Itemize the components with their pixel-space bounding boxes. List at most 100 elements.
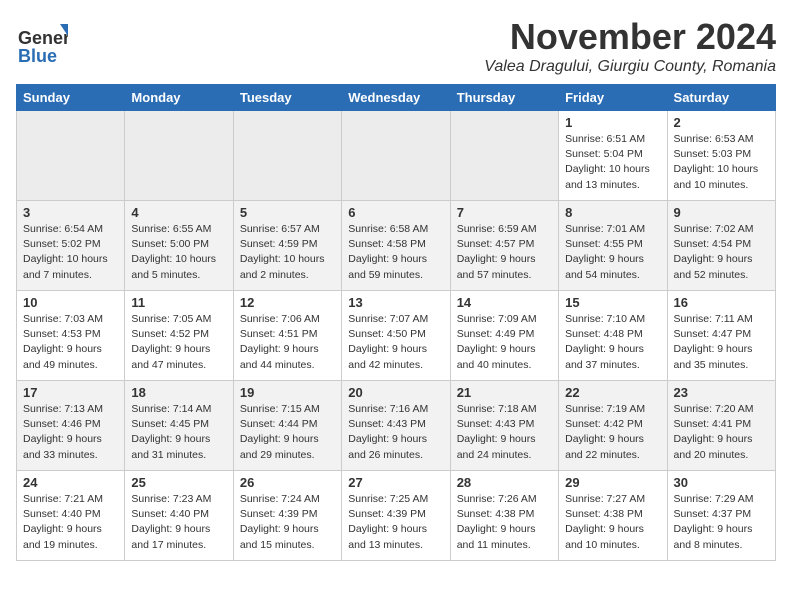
calendar-cell: 4 Sunrise: 6:55 AM Sunset: 5:00 PM Daylig… <box>125 201 233 291</box>
calendar-cell <box>125 111 233 201</box>
day-info: Sunrise: 7:02 AM Sunset: 4:54 PM Dayligh… <box>674 222 769 283</box>
day-info: Sunrise: 7:15 AM Sunset: 4:44 PM Dayligh… <box>240 402 335 463</box>
day-number: 2 <box>674 115 769 130</box>
calendar-cell: 28Sunrise: 7:26 AM Sunset: 4:38 PM Dayli… <box>450 471 558 561</box>
day-number: 3 <box>23 205 118 220</box>
calendar-cell: 7 Sunrise: 6:59 AM Sunset: 4:57 PM Daylig… <box>450 201 558 291</box>
weekday-header: Tuesday <box>233 85 341 111</box>
day-number: 27 <box>348 475 443 490</box>
weekday-header-row: SundayMondayTuesdayWednesdayThursdayFrid… <box>17 85 776 111</box>
day-number: 10 <box>23 295 118 310</box>
day-info: Sunrise: 7:06 AM Sunset: 4:51 PM Dayligh… <box>240 312 335 373</box>
month-title: November 2024 <box>484 16 776 58</box>
calendar-cell: 29 Sunrise: 7:27 AM Sunset: 4:38 PM Dayli… <box>559 471 667 561</box>
weekday-header: Saturday <box>667 85 775 111</box>
day-info: Sunrise: 7:29 AM Sunset: 4:37 PM Dayligh… <box>674 492 769 553</box>
day-info: Sunrise: 7:07 AM Sunset: 4:50 PM Dayligh… <box>348 312 443 373</box>
calendar-cell: 14Sunrise: 7:09 AM Sunset: 4:49 PM Dayli… <box>450 291 558 381</box>
day-info: Sunrise: 6:53 AM Sunset: 5:03 PM Dayligh… <box>674 132 769 193</box>
calendar-cell: 11 Sunrise: 7:05 AM Sunset: 4:52 PM Dayli… <box>125 291 233 381</box>
calendar-cell: 24Sunrise: 7:21 AM Sunset: 4:40 PM Dayli… <box>17 471 125 561</box>
day-info: Sunrise: 6:54 AM Sunset: 5:02 PM Dayligh… <box>23 222 118 283</box>
weekday-header: Monday <box>125 85 233 111</box>
day-number: 15 <box>565 295 660 310</box>
calendar-cell <box>17 111 125 201</box>
calendar-cell: 30 Sunrise: 7:29 AM Sunset: 4:37 PM Dayli… <box>667 471 775 561</box>
calendar-cell: 1 Sunrise: 6:51 AM Sunset: 5:04 PM Daylig… <box>559 111 667 201</box>
calendar-cell: 8Sunrise: 7:01 AM Sunset: 4:55 PM Daylig… <box>559 201 667 291</box>
day-number: 1 <box>565 115 660 130</box>
day-info: Sunrise: 7:24 AM Sunset: 4:39 PM Dayligh… <box>240 492 335 553</box>
logo-icon: General Blue <box>16 16 68 68</box>
day-info: Sunrise: 7:19 AM Sunset: 4:42 PM Dayligh… <box>565 402 660 463</box>
calendar-cell: 27 Sunrise: 7:25 AM Sunset: 4:39 PM Dayli… <box>342 471 450 561</box>
weekday-header: Sunday <box>17 85 125 111</box>
calendar-week-row: 10 Sunrise: 7:03 AM Sunset: 4:53 PM Dayli… <box>17 291 776 381</box>
calendar-week-row: 3 Sunrise: 6:54 AM Sunset: 5:02 PM Daylig… <box>17 201 776 291</box>
day-info: Sunrise: 7:05 AM Sunset: 4:52 PM Dayligh… <box>131 312 226 373</box>
day-number: 25 <box>131 475 226 490</box>
day-number: 6 <box>348 205 443 220</box>
day-info: Sunrise: 6:51 AM Sunset: 5:04 PM Dayligh… <box>565 132 660 193</box>
day-number: 19 <box>240 385 335 400</box>
calendar-cell: 21Sunrise: 7:18 AM Sunset: 4:43 PM Dayli… <box>450 381 558 471</box>
day-number: 22 <box>565 385 660 400</box>
header: General Blue November 2024 Valea Dragulu… <box>16 16 776 76</box>
day-info: Sunrise: 7:14 AM Sunset: 4:45 PM Dayligh… <box>131 402 226 463</box>
day-info: Sunrise: 7:25 AM Sunset: 4:39 PM Dayligh… <box>348 492 443 553</box>
day-number: 12 <box>240 295 335 310</box>
day-number: 14 <box>457 295 552 310</box>
logo: General Blue <box>16 16 68 68</box>
day-number: 16 <box>674 295 769 310</box>
day-number: 9 <box>674 205 769 220</box>
weekday-header: Wednesday <box>342 85 450 111</box>
day-info: Sunrise: 7:03 AM Sunset: 4:53 PM Dayligh… <box>23 312 118 373</box>
calendar-cell: 22 Sunrise: 7:19 AM Sunset: 4:42 PM Dayli… <box>559 381 667 471</box>
calendar-cell: 18Sunrise: 7:14 AM Sunset: 4:45 PM Dayli… <box>125 381 233 471</box>
day-info: Sunrise: 7:10 AM Sunset: 4:48 PM Dayligh… <box>565 312 660 373</box>
location-title: Valea Dragului, Giurgiu County, Romania <box>484 58 776 76</box>
calendar-cell: 3 Sunrise: 6:54 AM Sunset: 5:02 PM Daylig… <box>17 201 125 291</box>
calendar-cell: 2 Sunrise: 6:53 AM Sunset: 5:03 PM Daylig… <box>667 111 775 201</box>
day-info: Sunrise: 7:21 AM Sunset: 4:40 PM Dayligh… <box>23 492 118 553</box>
calendar-cell: 23Sunrise: 7:20 AM Sunset: 4:41 PM Dayli… <box>667 381 775 471</box>
day-info: Sunrise: 7:16 AM Sunset: 4:43 PM Dayligh… <box>348 402 443 463</box>
calendar-cell <box>233 111 341 201</box>
day-number: 17 <box>23 385 118 400</box>
calendar-cell: 15 Sunrise: 7:10 AM Sunset: 4:48 PM Dayli… <box>559 291 667 381</box>
weekday-header: Thursday <box>450 85 558 111</box>
calendar-cell: 5Sunrise: 6:57 AM Sunset: 4:59 PM Daylig… <box>233 201 341 291</box>
day-number: 8 <box>565 205 660 220</box>
calendar-cell: 9 Sunrise: 7:02 AM Sunset: 4:54 PM Daylig… <box>667 201 775 291</box>
weekday-header: Friday <box>559 85 667 111</box>
calendar-table: SundayMondayTuesdayWednesdayThursdayFrid… <box>16 84 776 561</box>
calendar-cell: 26Sunrise: 7:24 AM Sunset: 4:39 PM Dayli… <box>233 471 341 561</box>
calendar-week-row: 17Sunrise: 7:13 AM Sunset: 4:46 PM Dayli… <box>17 381 776 471</box>
day-info: Sunrise: 7:23 AM Sunset: 4:40 PM Dayligh… <box>131 492 226 553</box>
calendar-cell: 6 Sunrise: 6:58 AM Sunset: 4:58 PM Daylig… <box>342 201 450 291</box>
day-info: Sunrise: 6:58 AM Sunset: 4:58 PM Dayligh… <box>348 222 443 283</box>
calendar-cell <box>450 111 558 201</box>
day-number: 11 <box>131 295 226 310</box>
day-info: Sunrise: 6:59 AM Sunset: 4:57 PM Dayligh… <box>457 222 552 283</box>
day-number: 30 <box>674 475 769 490</box>
calendar-week-row: 1 Sunrise: 6:51 AM Sunset: 5:04 PM Daylig… <box>17 111 776 201</box>
calendar-cell: 17Sunrise: 7:13 AM Sunset: 4:46 PM Dayli… <box>17 381 125 471</box>
day-info: Sunrise: 7:26 AM Sunset: 4:38 PM Dayligh… <box>457 492 552 553</box>
day-number: 5 <box>240 205 335 220</box>
calendar-cell: 25 Sunrise: 7:23 AM Sunset: 4:40 PM Dayli… <box>125 471 233 561</box>
calendar-cell <box>342 111 450 201</box>
day-number: 7 <box>457 205 552 220</box>
day-info: Sunrise: 7:27 AM Sunset: 4:38 PM Dayligh… <box>565 492 660 553</box>
day-number: 13 <box>348 295 443 310</box>
calendar-cell: 19 Sunrise: 7:15 AM Sunset: 4:44 PM Dayli… <box>233 381 341 471</box>
day-info: Sunrise: 6:55 AM Sunset: 5:00 PM Dayligh… <box>131 222 226 283</box>
day-number: 29 <box>565 475 660 490</box>
day-number: 21 <box>457 385 552 400</box>
day-number: 4 <box>131 205 226 220</box>
svg-text:General: General <box>18 28 68 48</box>
title-area: November 2024 Valea Dragului, Giurgiu Co… <box>484 16 776 76</box>
calendar-cell: 10 Sunrise: 7:03 AM Sunset: 4:53 PM Dayli… <box>17 291 125 381</box>
calendar-cell: 20Sunrise: 7:16 AM Sunset: 4:43 PM Dayli… <box>342 381 450 471</box>
calendar-week-row: 24Sunrise: 7:21 AM Sunset: 4:40 PM Dayli… <box>17 471 776 561</box>
